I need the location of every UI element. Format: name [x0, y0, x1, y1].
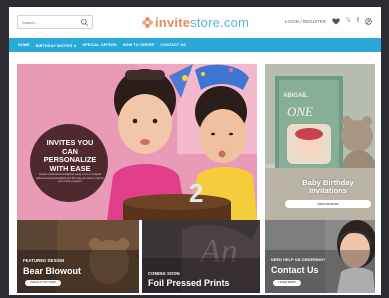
coming-soon-tile[interactable]: An COMING SOON Foil Pressed Prints — [142, 220, 260, 293]
coming-soon-title: Foil Pressed Prints — [148, 278, 230, 288]
card-age: ONE — [287, 104, 313, 119]
nav-home[interactable]: HOME — [18, 43, 30, 47]
hero-description: Create customized invitations using a on… — [36, 173, 104, 184]
page: invitestore.com LOGIN / REGISTER 𝕏 f HOM… — [9, 7, 381, 295]
featured-design-tile[interactable]: FEATURED DESIGN Bear Blowout CHECK IT OU… — [17, 220, 139, 293]
check-it-out-button[interactable]: CHECK IT OUT NOW — [25, 280, 61, 286]
site-logo[interactable]: invite store.com — [141, 14, 249, 30]
nav-special-offers[interactable]: SPECIAL OFFERS — [82, 43, 116, 47]
site-header: invitestore.com LOGIN / REGISTER 𝕏 f — [9, 7, 381, 38]
view-designs-button[interactable]: VIEW DESIGNS — [285, 200, 371, 208]
baby-birthday-promo[interactable]: ABIGAIL ONE Baby Birthday Invitations VI… — [265, 64, 375, 220]
facebook-icon[interactable]: f — [357, 17, 359, 25]
hero-banner[interactable]: 2 INVITES YOU CAN PERSONALIZE WITH EASE … — [17, 64, 257, 220]
search-icon[interactable] — [80, 18, 89, 27]
heart-icon[interactable] — [332, 17, 340, 25]
search-box[interactable] — [17, 15, 93, 29]
svg-text:2: 2 — [189, 178, 203, 208]
login-register-link[interactable]: LOGIN / REGISTER — [285, 19, 326, 24]
baby-birthday-title: Baby Birthday Invitations — [302, 178, 354, 196]
contact-us-tile[interactable]: NEED HELP ON ORDERING? Contact Us LEARN … — [265, 220, 375, 293]
flower-logo-icon — [142, 16, 153, 28]
logo-text-store: store.com — [190, 14, 250, 30]
need-help-label: NEED HELP ON ORDERING? — [271, 258, 326, 262]
card-name: ABIGAIL — [283, 93, 308, 99]
learn-more-button[interactable]: LEARN MORE — [273, 280, 301, 286]
main-nav: HOME BIRTHDAY INVITES ∨ SPECIAL OFFERS H… — [9, 38, 381, 52]
nav-birthday-invites[interactable]: BIRTHDAY INVITES ∨ — [36, 43, 77, 48]
nav-contact-us[interactable]: CONTACT US — [160, 43, 186, 47]
pinterest-icon[interactable] — [364, 17, 372, 25]
nav-how-to-order[interactable]: HOW TO ORDER — [123, 43, 155, 47]
twitter-icon[interactable]: 𝕏 — [346, 17, 351, 25]
featured-label: FEATURED DESIGN — [23, 258, 65, 263]
search-input[interactable] — [22, 18, 80, 27]
logo-text-invite: invite — [155, 14, 191, 30]
header-icons: 𝕏 f — [332, 17, 372, 25]
contact-us-title: Contact Us — [271, 265, 319, 275]
baby-birthday-photo: ABIGAIL ONE — [265, 64, 375, 220]
coming-soon-label: COMING SOON — [148, 271, 180, 276]
hero-title: INVITES YOU CAN PERSONALIZE WITH EASE — [43, 138, 97, 173]
featured-title: Bear Blowout — [23, 266, 82, 276]
